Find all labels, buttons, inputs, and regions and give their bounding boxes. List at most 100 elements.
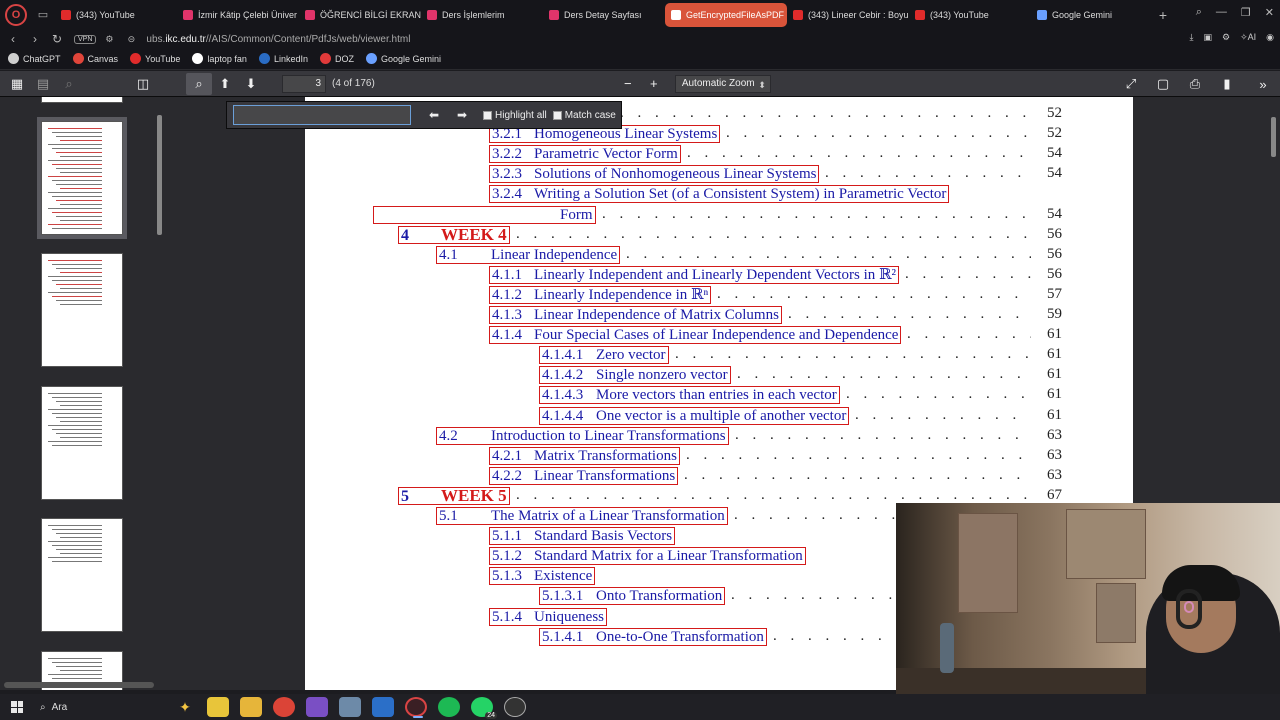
toc-link[interactable]: 5 WEEK 5 — [398, 486, 510, 505]
find-previous-button[interactable]: ⬅ — [423, 105, 445, 125]
previous-page-button[interactable]: ⬆ — [212, 73, 238, 95]
forward-icon[interactable]: › — [26, 32, 44, 46]
bookmark-item[interactable]: Google Gemini — [365, 53, 441, 64]
site-settings-icon[interactable]: ⚙ — [100, 34, 118, 45]
page-thumbnail[interactable] — [41, 97, 123, 103]
browser-tab[interactable]: (343) YouTube — [909, 3, 1031, 27]
zoom-select[interactable]: Automatic Zoom — [674, 74, 771, 93]
toc-link[interactable]: 5.1 The Matrix of a Linear Transformation — [436, 507, 728, 525]
back-icon[interactable]: ‹ — [4, 32, 22, 46]
bookmark-item[interactable]: laptop fan — [192, 53, 247, 64]
sidebar-horizontal-scrollbar[interactable] — [4, 682, 154, 688]
toc-link[interactable]: 4.1.2 Linearly Independence in ℝⁿ — [489, 285, 712, 304]
search-tabs-icon[interactable]: ⌕ — [1196, 6, 1202, 19]
bookmark-item[interactable]: YouTube — [130, 53, 180, 64]
toc-link[interactable]: 5.1.3.1 Onto Transformation — [539, 587, 726, 606]
toc-link[interactable]: 4.1.4.1 Zero vector — [539, 346, 669, 365]
bookmark-item[interactable]: Canvas — [72, 53, 118, 64]
toc-link[interactable]: 3.2.3 Solutions of Nonhomogeneous Linear … — [489, 165, 820, 184]
chrome-icon[interactable] — [273, 697, 295, 717]
toc-link[interactable]: 4.1.4.2 Single nonzero vector — [539, 366, 731, 385]
toc-link[interactable]: 4.2 Introduction to Linear Transformation… — [436, 426, 729, 445]
page-thumbnail-selected[interactable] — [37, 117, 127, 239]
find-button[interactable]: ⌕ — [186, 72, 212, 95]
extensions-icon[interactable]: ⚙ — [1222, 32, 1230, 43]
bookmark-item[interactable]: DOZ — [319, 53, 354, 64]
visual-studio-icon[interactable] — [306, 697, 328, 717]
page-thumbnail[interactable] — [41, 518, 123, 632]
browser-tab[interactable]: ÖĞRENCİ BİLGİ EKRANI* — [299, 3, 421, 27]
toc-link[interactable]: 4.1.1 Linearly Independent and Linearly D… — [489, 265, 899, 284]
presentation-mode-icon[interactable]: ⤢ — [1118, 73, 1144, 95]
toc-link[interactable]: 4 WEEK 4 — [398, 225, 510, 244]
file-explorer-icon[interactable] — [240, 697, 262, 717]
toc-link[interactable]: 3.2.4 Writing a Solution Set (of a Consis… — [489, 185, 950, 204]
whatsapp-icon[interactable]: 24 — [471, 697, 497, 719]
lock-icon[interactable]: ⊝ — [122, 34, 140, 45]
browser-tab[interactable]: GetEncryptedFileAsPDF — [665, 3, 787, 27]
spotify-icon[interactable] — [438, 697, 460, 717]
profile-icon[interactable]: ◉ — [1266, 32, 1274, 43]
find-input[interactable] — [233, 105, 411, 125]
downloads-icon[interactable]: ⤓ — [1190, 32, 1194, 43]
sidebar-scrollbar[interactable] — [157, 115, 162, 235]
vpn-badge[interactable]: VPN — [74, 34, 97, 44]
opera-taskbar-icon[interactable] — [405, 697, 427, 718]
zoom-out-button[interactable]: − — [615, 73, 641, 95]
toc-link[interactable]: 4.2.1 Matrix Transformations — [489, 446, 680, 465]
toc-link[interactable]: 4.1.4.3 More vectors than entries in each… — [539, 386, 840, 405]
copilot-icon[interactable]: ✦ — [174, 697, 196, 717]
toc-link[interactable]: 4.1.3 Linear Independence of Matrix Colum… — [489, 306, 782, 324]
browser-tab[interactable]: (343) YouTube — [55, 3, 177, 27]
app-icon[interactable] — [372, 697, 394, 717]
toc-link[interactable]: Form — [373, 205, 596, 224]
print-icon[interactable]: ⎙ — [1182, 73, 1208, 95]
attachments-icon[interactable]: ⌕ — [56, 73, 82, 95]
minimize-icon[interactable]: — — [1216, 6, 1227, 19]
browser-tab[interactable]: (343) Lineer Cebir : Boyu — [787, 3, 909, 27]
start-button[interactable] — [4, 696, 30, 718]
paint-icon[interactable] — [339, 697, 361, 717]
browser-tab[interactable]: Google Gemini — [1031, 3, 1153, 27]
match-case-option[interactable]: Match case — [552, 110, 616, 121]
close-icon[interactable]: ✕ — [1265, 6, 1274, 19]
taskbar-search[interactable]: ⌕ Ara — [34, 696, 174, 718]
page-thumbnail[interactable] — [41, 386, 123, 500]
toggle-sidebar-button[interactable]: ▦ — [4, 73, 30, 95]
browser-tab[interactable]: Ders Detay Sayfası — [543, 3, 665, 27]
toc-link[interactable]: 4.1.4.4 One vector is a multiple of anoth… — [539, 406, 850, 425]
highlight-all-option[interactable]: Highlight all — [483, 110, 547, 121]
toc-link[interactable]: 5.1.4.1 One-to-One Transformation — [539, 627, 767, 646]
toc-link[interactable]: 4.1 Linear Independence — [436, 245, 621, 264]
match-case-checkbox[interactable] — [552, 110, 562, 120]
page-number-input[interactable]: 3 — [282, 74, 326, 93]
tools-icon[interactable]: » — [1250, 73, 1276, 95]
zoom-in-button[interactable]: + — [641, 73, 667, 95]
browser-tab[interactable]: İzmir Kâtip Çelebi Üniver — [177, 3, 299, 27]
sticky-notes-icon[interactable] — [207, 697, 229, 717]
page-thumbnail[interactable] — [41, 253, 123, 367]
opera-logo-icon[interactable]: O — [5, 4, 27, 26]
toc-link[interactable]: 5.1.1 Standard Basis Vectors — [489, 527, 676, 546]
toc-link[interactable]: 5.1.2 Standard Matrix for a Linear Transf… — [489, 547, 806, 566]
wallet-icon[interactable]: ▣ — [1203, 32, 1212, 43]
bookmark-item[interactable]: ChatGPT — [8, 53, 61, 64]
thumbnails-icon[interactable]: ▤ — [30, 73, 56, 95]
tab-menu-icon[interactable]: ▭ — [35, 7, 51, 23]
open-file-icon[interactable]: ▢ — [1150, 73, 1176, 95]
viewer-scrollbar[interactable] — [1271, 117, 1276, 157]
toc-link[interactable]: 3.2.2 Parametric Vector Form — [489, 145, 681, 164]
obs-icon[interactable] — [504, 697, 526, 717]
ai-button[interactable]: ✧AI — [1240, 32, 1256, 43]
reload-icon[interactable]: ↻ — [48, 32, 66, 46]
sidebar-layout-button[interactable]: ◫ — [130, 73, 156, 95]
new-tab-button[interactable]: + — [1153, 7, 1173, 23]
url-text[interactable]: ubs.ikc.edu.tr//AIS/Common/Content/PdfJs… — [146, 34, 410, 45]
browser-tab[interactable]: Ders İşlemlerim — [421, 3, 543, 27]
highlight-all-checkbox[interactable] — [483, 110, 492, 120]
next-page-button[interactable]: ⬇ — [238, 73, 264, 95]
toc-link[interactable]: 4.2.2 Linear Transformations — [489, 466, 679, 485]
toc-link[interactable]: 5.1.3 Existence — [489, 567, 596, 586]
bookmark-icon[interactable]: ▮ — [1214, 73, 1240, 95]
bookmark-item[interactable]: LinkedIn — [258, 53, 308, 64]
